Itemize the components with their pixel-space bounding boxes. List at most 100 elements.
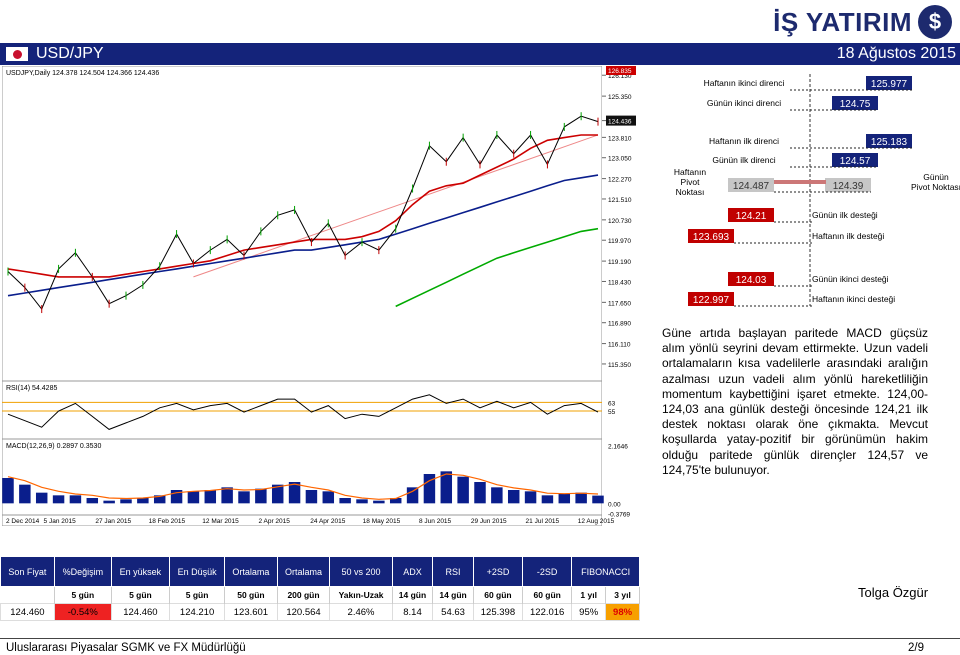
- stats-period-cell: [0, 586, 55, 604]
- stats-header-row: Son Fiyat %Değişim En yüksek En Düşük Ortala…: [0, 556, 640, 587]
- macd-bar: [35, 492, 48, 504]
- macd-bar: [305, 490, 318, 504]
- japan-flag-icon: [6, 47, 28, 61]
- stats-header-cell: FIBONACCI: [571, 556, 640, 587]
- y-tick-label: 125.350: [608, 94, 632, 101]
- macd-bar: [120, 499, 132, 504]
- stats-period-cell: 3 yıl: [605, 586, 640, 604]
- macd-bar: [322, 491, 335, 504]
- level-value: 122.997: [693, 295, 730, 306]
- x-tick-label: 24 Apr 2015: [310, 518, 345, 525]
- stats-value-cell: 95%: [571, 603, 607, 621]
- macd-bar: [541, 495, 554, 504]
- macd-bar: [137, 498, 149, 504]
- macd-bar: [19, 484, 31, 504]
- macd-bar: [2, 478, 14, 504]
- stats-value-cell: 98%: [605, 603, 640, 621]
- stats-period-cell: 200 gün: [277, 586, 331, 604]
- level-label: Haftanın ikinci desteği: [812, 294, 895, 304]
- macd-bar: [575, 492, 587, 504]
- stats-header-cell: Son Fiyat: [0, 556, 55, 587]
- macd-bar: [592, 495, 604, 504]
- y-tick-label: 119.970: [608, 238, 631, 245]
- y-tick-label: 121.510: [608, 197, 632, 204]
- stats-header-cell: RSI: [432, 556, 474, 587]
- y-tick-label: 116.110: [608, 342, 631, 349]
- y-tick-label: 117.650: [608, 300, 631, 307]
- level-value: 124.39: [833, 181, 864, 192]
- stats-period-cell: Yakın-Uzak: [329, 586, 393, 604]
- stats-value-cell: 124.460: [0, 603, 55, 621]
- y-tick-label: 122.270: [608, 177, 632, 184]
- macd-title: MACD(12,26,9) 0.2897 0.3530: [6, 443, 101, 450]
- rsi-tick-label: 55: [608, 409, 616, 416]
- level-label: Haftanın ikinci direnci: [704, 78, 785, 88]
- macd-bar: [238, 491, 250, 504]
- macd-tick-label: 0.00: [608, 501, 621, 508]
- footer-department: Uluslararası Piyasalar SGMK ve FX Müdürl…: [6, 642, 246, 654]
- macd-bar: [457, 476, 469, 504]
- macd-bar: [52, 495, 65, 504]
- instrument-title: USD/JPY: [36, 45, 104, 62]
- stats-header-cell: En Düşük: [169, 556, 226, 587]
- company-logo: İŞ YATIRIM $: [762, 4, 952, 40]
- level-value: 124.487: [733, 181, 770, 192]
- statistics-table: Son Fiyat %Değişim En yüksek En Düşük Ortala…: [0, 556, 640, 621]
- stats-period-cell: 14 gün: [432, 586, 474, 604]
- y-tick-label: 118.430: [608, 279, 631, 286]
- pivot-levels-panel: 125.977 Haftanın ikinci direnci 124.75 Günü…: [674, 74, 960, 307]
- stats-period-cell: 14 gün: [392, 586, 434, 604]
- x-tick-label: 5 Jan 2015: [44, 518, 77, 525]
- rsi-tick-label: 63: [608, 400, 616, 407]
- page-number: 2/9: [908, 642, 924, 654]
- stats-period-row: 5 gün 5 gün 5 gün 50 gün 200 gün Yakın-Uzak 14…: [0, 586, 640, 604]
- macd-bar: [255, 488, 267, 504]
- stats-value-cell: 120.564: [276, 603, 331, 621]
- stats-value-cell: 124.460: [110, 603, 171, 621]
- chart-frame: [2, 66, 603, 526]
- y-tick-label: 115.350: [608, 362, 631, 369]
- stats-header-cell: Ortalama: [276, 556, 331, 587]
- price-chart: USDJPY,Daily 124.378 124.504 124.366 124…: [2, 66, 638, 526]
- macd-bar: [103, 500, 115, 504]
- title-bar: USD/JPY 18 Ağustos 2015: [0, 43, 960, 65]
- level-label: Haftanın ilk direnci: [709, 136, 779, 146]
- stats-value-cell: 125.398: [472, 603, 524, 621]
- macd-bar: [187, 491, 200, 504]
- macd-bar: [373, 500, 385, 504]
- report-date: 18 Ağustos 2015: [836, 45, 956, 62]
- stats-period-cell: 60 gün: [522, 586, 573, 604]
- macd-tick-label: 2.1646: [608, 444, 628, 451]
- logo-mark: $: [918, 5, 952, 39]
- y-tick-label: 119.190: [608, 259, 631, 266]
- macd-bar: [423, 474, 436, 504]
- x-tick-label: 12 Mar 2015: [202, 518, 239, 525]
- stats-value-cell: -0.54%: [53, 603, 112, 621]
- x-tick-label: 21 Jul 2015: [526, 518, 560, 525]
- stats-period-cell: 50 gün: [224, 586, 278, 604]
- level-label: Günün ilk direnci: [712, 155, 775, 165]
- level-label: Günün Pivot Noktası: [911, 172, 960, 192]
- stats-header-cell: ADX: [391, 556, 434, 587]
- level-value: 125.977: [871, 79, 908, 90]
- x-tick-label: 2 Apr 2015: [258, 518, 290, 525]
- stats-value-cell: 123.601: [224, 603, 278, 621]
- stats-period-cell: 5 gün: [169, 586, 226, 604]
- macd-bar: [474, 482, 486, 504]
- y-tick-label: 123.810: [608, 135, 632, 142]
- level-value: 125.183: [871, 137, 908, 148]
- y-tick-label: 120.730: [608, 218, 632, 225]
- footer: Uluslararası Piyasalar SGMK ve FX Müdürl…: [0, 638, 960, 655]
- x-tick-label: 12 Aug 2015: [578, 518, 615, 525]
- y-tick-label: 124.436: [608, 119, 632, 126]
- macd-bar: [507, 490, 520, 504]
- stats-period-cell: 60 gün: [473, 586, 524, 604]
- stats-value-cell: 124.210: [169, 603, 226, 621]
- macd-bar: [204, 490, 217, 504]
- level-value: 124.75: [840, 99, 871, 110]
- stats-value-cell: 54.63: [432, 603, 474, 621]
- pivot-connector: [774, 180, 826, 184]
- level-label: Günün ikinci desteği: [812, 274, 889, 284]
- macd-bar: [69, 495, 82, 504]
- level-value: 124.03: [736, 275, 767, 286]
